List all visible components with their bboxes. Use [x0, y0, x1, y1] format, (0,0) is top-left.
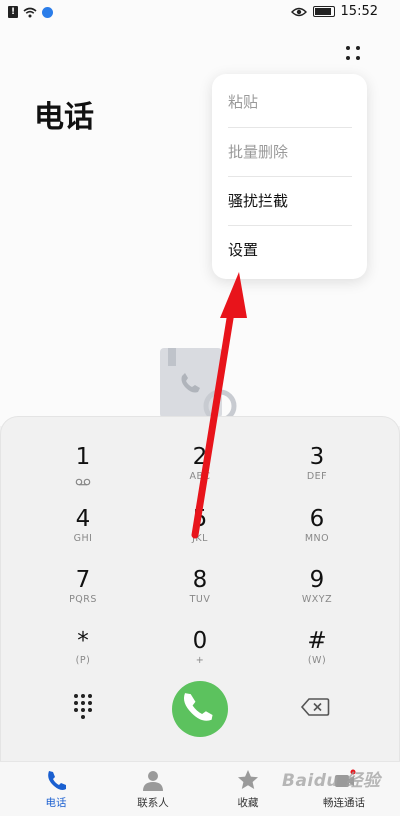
key-digit: 4 — [75, 506, 91, 532]
key-digit: # — [307, 628, 327, 654]
key-digit: 1 — [75, 444, 91, 470]
key-letters: (P) — [75, 655, 91, 666]
nav-label: 联系人 — [137, 797, 169, 809]
dial-key-star[interactable]: * (P) — [43, 627, 123, 683]
voicemail-icon — [75, 478, 91, 486]
nav-tab-contacts[interactable]: 联系人 — [103, 762, 203, 816]
status-time: 15:52 — [340, 4, 378, 19]
more-dot-icon — [356, 56, 360, 60]
menu-item-settings[interactable]: 设置 — [228, 226, 352, 275]
battery-icon — [312, 6, 335, 17]
key-letters: JKL — [192, 533, 208, 544]
eye-icon — [290, 7, 307, 16]
dial-key-1[interactable]: 1 — [43, 443, 123, 499]
menu-item-harassment-block[interactable]: 骚扰拦截 — [228, 177, 352, 226]
status-bar: ! 15:52 — [0, 0, 400, 26]
nav-label: 收藏 — [237, 797, 259, 809]
backspace-button[interactable] — [300, 697, 330, 717]
phone-icon — [48, 771, 66, 790]
key-letters: PQRS — [69, 594, 97, 605]
person-icon — [143, 771, 163, 791]
key-digit: 3 — [309, 444, 325, 470]
alert-icon: ! — [8, 6, 18, 18]
overflow-menu: 粘贴 批量删除 骚扰拦截 设置 — [212, 74, 367, 279]
dial-key-5[interactable]: 5 JKL — [160, 505, 240, 561]
nav-tab-phone[interactable]: 电话 — [6, 762, 106, 816]
more-options-button[interactable] — [340, 40, 368, 68]
phone-icon — [183, 693, 213, 721]
menu-item-paste[interactable]: 粘贴 — [228, 78, 352, 127]
dial-key-6[interactable]: 6 MNO — [277, 505, 357, 561]
key-letters: GHI — [73, 533, 93, 544]
watermark-logo: Baidu 经验 — [282, 771, 381, 791]
more-dot-icon — [356, 46, 360, 50]
page-title: 电话 — [34, 100, 94, 135]
star-icon — [238, 770, 258, 789]
key-digit: 0 — [192, 628, 208, 654]
key-letters: + — [195, 655, 205, 666]
key-digit: 7 — [75, 567, 91, 593]
dial-key-hash[interactable]: # (W) — [277, 627, 357, 683]
dial-key-4[interactable]: 4 GHI — [43, 505, 123, 561]
chat-app-icon — [42, 6, 53, 18]
key-letters: WXYZ — [301, 594, 333, 605]
key-digit: 2 — [192, 444, 208, 470]
nav-label: 畅连通话 — [323, 797, 365, 809]
key-digit: 8 — [192, 567, 208, 593]
empty-call-log-illustration — [160, 348, 237, 418]
key-digit: 5 — [192, 506, 208, 532]
key-letters: TUV — [189, 594, 211, 605]
key-letters: ABC — [189, 471, 211, 482]
key-digit: 6 — [309, 506, 325, 532]
key-digit: * — [77, 628, 89, 654]
dial-key-9[interactable]: 9 WXYZ — [277, 566, 357, 622]
call-button[interactable] — [172, 681, 228, 737]
key-letters: (W) — [307, 655, 327, 666]
more-dot-icon — [346, 46, 350, 50]
more-dot-icon — [346, 56, 350, 60]
key-letters: MNO — [304, 533, 330, 544]
dial-key-7[interactable]: 7 PQRS — [43, 566, 123, 622]
wifi-icon — [23, 7, 37, 17]
dial-key-0[interactable]: 0 + — [160, 627, 240, 683]
key-digit: 9 — [309, 567, 325, 593]
menu-item-batch-delete[interactable]: 批量删除 — [228, 128, 352, 177]
dial-key-8[interactable]: 8 TUV — [160, 566, 240, 622]
dialpad-toggle-button[interactable] — [68, 692, 98, 722]
nav-label: 电话 — [45, 797, 67, 809]
dial-key-2[interactable]: 2 ABC — [160, 443, 240, 499]
dial-key-3[interactable]: 3 DEF — [277, 443, 357, 499]
key-letters: DEF — [306, 471, 328, 482]
